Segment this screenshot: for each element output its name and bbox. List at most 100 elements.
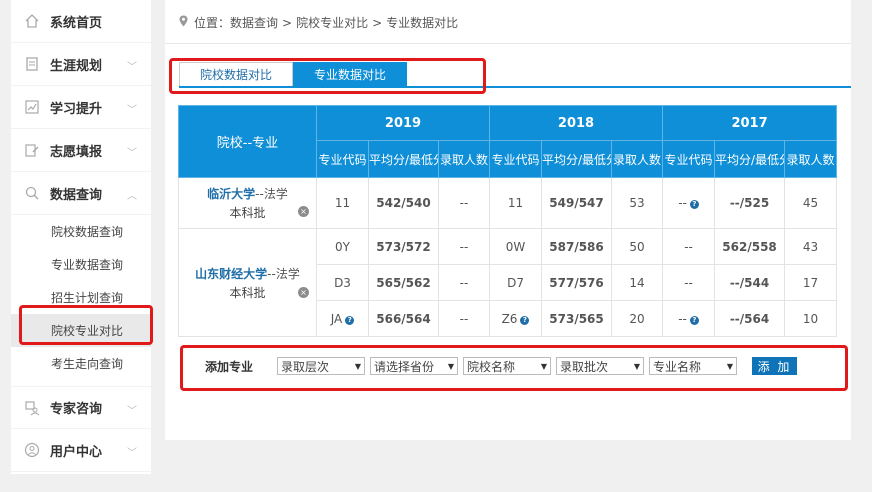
cell: -- <box>437 228 491 265</box>
cell: --? <box>662 300 716 337</box>
sidebar-item-data-query[interactable]: 数据查询 ︿ <box>11 172 151 215</box>
header-enrolled: 录取人数 <box>611 140 664 178</box>
remove-icon[interactable]: × <box>298 206 309 217</box>
cell: -- <box>662 264 716 301</box>
cell: 14 <box>611 264 664 301</box>
sidebar-item-expert[interactable]: 专家咨询 ﹀ <box>11 386 151 429</box>
sidebar-item-study[interactable]: 学习提升 ﹀ <box>11 86 151 129</box>
cell: 0Y <box>316 228 369 265</box>
header-major-code: 专业代码 <box>316 140 369 178</box>
help-icon[interactable]: ? <box>689 315 699 325</box>
tab-major-compare[interactable]: 专业数据对比 <box>293 62 407 86</box>
tab-underline <box>179 86 851 88</box>
add-button[interactable]: 添 加 <box>752 357 798 375</box>
help-icon[interactable]: ? <box>689 200 699 209</box>
cell-value: -- <box>678 311 687 326</box>
cell: JA? <box>316 300 369 337</box>
breadcrumb-separator: > <box>372 15 383 30</box>
chart-icon <box>23 98 41 116</box>
select-value: 请选择省份 <box>374 359 435 374</box>
add-major-label: 添加专业 <box>205 359 254 374</box>
remove-icon[interactable]: × <box>298 287 309 298</box>
magnifier-icon <box>23 184 41 202</box>
sidebar-subitem-school-data[interactable]: 院校数据查询 <box>11 215 151 248</box>
sidebar-item-application[interactable]: 志愿填报 ﹀ <box>11 129 151 172</box>
score-cell: 542/540 <box>368 177 439 229</box>
school-name[interactable]: 临沂大学 <box>207 187 255 201</box>
cell: -- <box>662 228 716 265</box>
cell: 0W <box>489 228 543 265</box>
help-icon[interactable]: ? <box>520 315 530 325</box>
select-school[interactable]: 院校名称 ▼ <box>463 357 552 375</box>
dropdown-arrow-icon: ▼ <box>633 361 641 371</box>
breadcrumb-divider <box>165 43 851 44</box>
score-cell: 573/565 <box>541 300 613 337</box>
cell: -- <box>437 300 491 337</box>
cell: D3 <box>316 264 369 301</box>
table-row: 临沂大学--法学 本科批 × 11 542/540 -- 11 549/547 … <box>178 177 838 229</box>
school-name[interactable]: 山东财经大学 <box>195 267 267 281</box>
add-major-row: 添加专业 录取层次 ▼ 请选择省份 ▼ 院校名称 ▼ 录取批次 ▼ 专业名称 ▼ 添 加 <box>205 357 798 375</box>
batch-label: 本科批 <box>229 206 266 220</box>
user-icon <box>23 441 41 459</box>
sidebar-item-label: 学习提升 <box>50 101 103 117</box>
select-level[interactable]: 录取层次 ▼ <box>277 357 366 375</box>
select-value: 专业名称 <box>653 359 702 374</box>
score-cell: --/525 <box>714 177 786 229</box>
select-value: 录取层次 <box>281 359 330 374</box>
cell: -- <box>437 264 491 301</box>
help-icon[interactable]: ? <box>345 315 355 325</box>
cell-value: Z6 <box>501 311 518 326</box>
chevron-up-icon: ︿ <box>127 191 137 202</box>
header-year-2017: 2017 <box>662 105 838 141</box>
sidebar-item-label: 用户中心 <box>50 444 103 460</box>
select-batch[interactable]: 录取批次 ▼ <box>556 357 645 375</box>
header-year-2019: 2019 <box>315 105 491 141</box>
cell: 53 <box>611 177 664 229</box>
cell: 11 <box>316 177 369 229</box>
header-enrolled: 录取人数 <box>437 140 491 178</box>
sidebar-subitem-major-data[interactable]: 专业数据查询 <box>11 248 151 281</box>
cell: 45 <box>784 177 838 229</box>
select-value: 院校名称 <box>467 359 516 374</box>
score-cell: 565/562 <box>368 264 439 301</box>
book-icon <box>23 55 41 73</box>
sidebar-item-label: 志愿填报 <box>50 144 103 160</box>
tab-bar: 院校数据对比 专业数据对比 <box>179 62 407 86</box>
score-cell: 573/572 <box>368 228 439 265</box>
header-enrolled: 录取人数 <box>784 140 838 178</box>
batch-label: 本科批 <box>229 285 266 300</box>
cell: D7 <box>489 264 543 301</box>
chevron-down-icon: ﹀ <box>127 148 137 159</box>
breadcrumb-link-compare[interactable]: 院校专业对比 <box>296 14 368 31</box>
cell: Z6? <box>489 300 543 337</box>
header-major-code: 专业代码 <box>662 140 716 178</box>
major-name: --法学 <box>267 266 300 281</box>
breadcrumb-separator: > <box>282 15 293 30</box>
header-school-major: 院校--专业 <box>178 105 317 178</box>
sidebar-subitem-compare[interactable]: 院校专业对比 <box>11 314 151 347</box>
tab-school-compare[interactable]: 院校数据对比 <box>179 62 293 86</box>
score-cell: --/564 <box>714 300 786 337</box>
sidebar-item-career[interactable]: 生涯规划 ﹀ <box>11 43 151 86</box>
breadcrumb-link-data-query[interactable]: 数据查询 <box>230 14 278 31</box>
header-major-code: 专业代码 <box>489 140 543 178</box>
cell: 20 <box>611 300 664 337</box>
score-cell: 562/558 <box>714 228 786 265</box>
score-cell: --/544 <box>714 264 786 301</box>
sidebar-subitem-student-trend[interactable]: 考生走向查询 <box>11 347 151 380</box>
main-panel: 位置： 数据查询 > 院校专业对比 > 专业数据对比 院校数据对比 专业数据对比… <box>165 0 851 440</box>
sidebar-subitem-enrollment-plan[interactable]: 招生计划查询 <box>11 281 151 314</box>
sidebar: 系统首页 生涯规划 ﹀ 学习提升 ﹀ 志愿填报 ﹀ 数据查询 ︿ 院校数据查询 … <box>11 0 151 474</box>
cell: -- <box>437 177 491 229</box>
select-major[interactable]: 专业名称 ▼ <box>649 357 738 375</box>
home-icon <box>23 12 41 30</box>
sidebar-item-home[interactable]: 系统首页 <box>11 0 151 43</box>
score-cell: 566/564 <box>368 300 439 337</box>
school-cell: 山东财经大学--法学 本科批 × <box>178 228 317 337</box>
sidebar-item-user-center[interactable]: 用户中心 ﹀ <box>11 429 151 472</box>
major-name: --法学 <box>255 187 288 201</box>
header-score: 平均分/最低分 <box>541 140 613 178</box>
sidebar-item-label: 系统首页 <box>50 15 103 31</box>
select-province[interactable]: 请选择省份 ▼ <box>370 357 459 375</box>
